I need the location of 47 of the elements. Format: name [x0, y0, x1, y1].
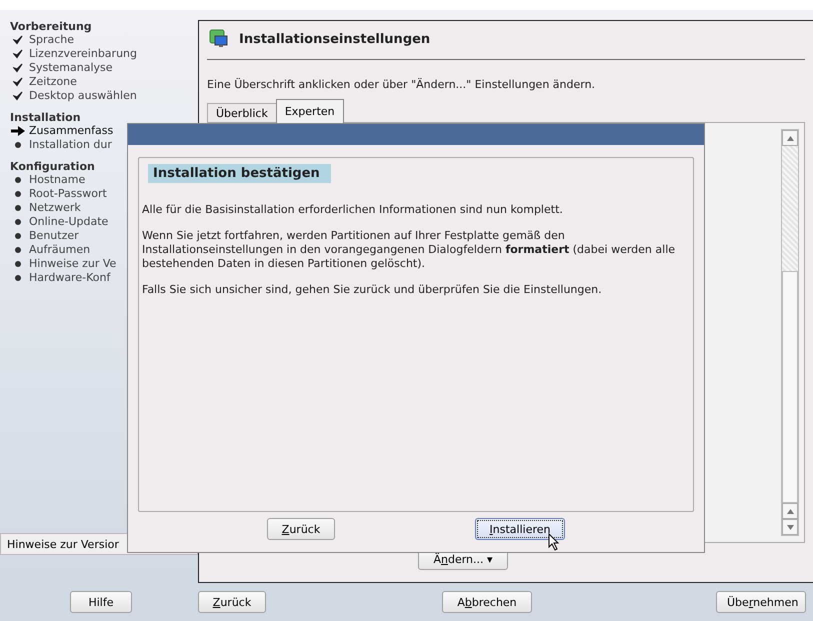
- dialog-button[interactable]: Installieren: [475, 518, 565, 540]
- scroll-up-icon[interactable]: [786, 508, 794, 514]
- step-label: Sprache: [29, 33, 74, 47]
- step-label: Systemanalyse: [29, 61, 113, 75]
- footer-button[interactable]: Übernehmen: [716, 591, 806, 613]
- tab[interactable]: Überblick: [207, 103, 277, 123]
- step-label: Lizenzvereinbarung: [29, 47, 137, 61]
- bullet-icon: [15, 219, 21, 225]
- dialog-paragraph: Wenn Sie jetzt fortfahren, werden Partitionen auf Ihrer Festplatte gemäß den Installationseinstellungen in den vorangegangenen Dialogfeldern formatiert (dabei werden alle bestehenden Daten in diesen Partitionen gelöscht).: [142, 229, 676, 271]
- scroll-down-icon[interactable]: [786, 524, 794, 530]
- tab[interactable]: Experten: [276, 99, 344, 123]
- dialog-heading: Installation bestätigen: [148, 164, 331, 183]
- footer-button[interactable]: Zurück: [198, 591, 266, 613]
- bullet-icon: [15, 177, 21, 183]
- hint-text: Eine Überschrift anklicken oder über "Ändern..." Einstellungen ändern.: [207, 78, 596, 91]
- step-label: Online-Update: [29, 215, 108, 229]
- scrollbar[interactable]: [781, 129, 799, 536]
- section-title: Vorbereitung: [10, 20, 93, 33]
- step-label: Root-Passwort: [29, 187, 107, 201]
- monitor-icon: [209, 29, 229, 49]
- step-label: Zusammenfass: [29, 124, 114, 138]
- section-title: Installation: [10, 111, 82, 124]
- step-label: Zeitzone: [29, 75, 77, 89]
- arrow-icon: [11, 126, 25, 136]
- bullet-icon: [15, 191, 21, 197]
- step-label: Hardware-Konf: [29, 271, 110, 285]
- bullet-icon: [15, 233, 21, 239]
- bullet-icon: [15, 247, 21, 253]
- dialog-paragraph: Alle für die Basisinstallation erforderlichen Informationen sind nun komplett.: [142, 203, 564, 217]
- bullet-icon: [15, 275, 21, 281]
- step-label: Netzwerk: [29, 201, 81, 215]
- step-label: Desktop auswählen: [29, 89, 137, 103]
- footer-button[interactable]: Hilfe: [70, 591, 132, 613]
- scroll-up-icon[interactable]: [786, 136, 794, 140]
- pointer-icon: [548, 533, 560, 551]
- dialog-button[interactable]: Zurück: [267, 518, 335, 540]
- footer-button[interactable]: Abbrechen: [442, 591, 532, 613]
- bullet-icon: [15, 142, 21, 148]
- step-label: Benutzer: [29, 229, 79, 243]
- bullet-icon: [15, 261, 21, 267]
- step-label: Hinweise zur Ve: [29, 257, 116, 271]
- step-label: Aufräumen: [29, 243, 90, 257]
- page-title: Installationseinstellungen: [239, 32, 430, 46]
- bullet-icon: [15, 205, 21, 211]
- step-label: Installation dur: [29, 138, 112, 152]
- step-label: Hostname: [29, 173, 86, 187]
- dialog-paragraph: Falls Sie sich unsicher sind, gehen Sie zurück und überprüfen Sie die Einstellungen.: [142, 283, 603, 297]
